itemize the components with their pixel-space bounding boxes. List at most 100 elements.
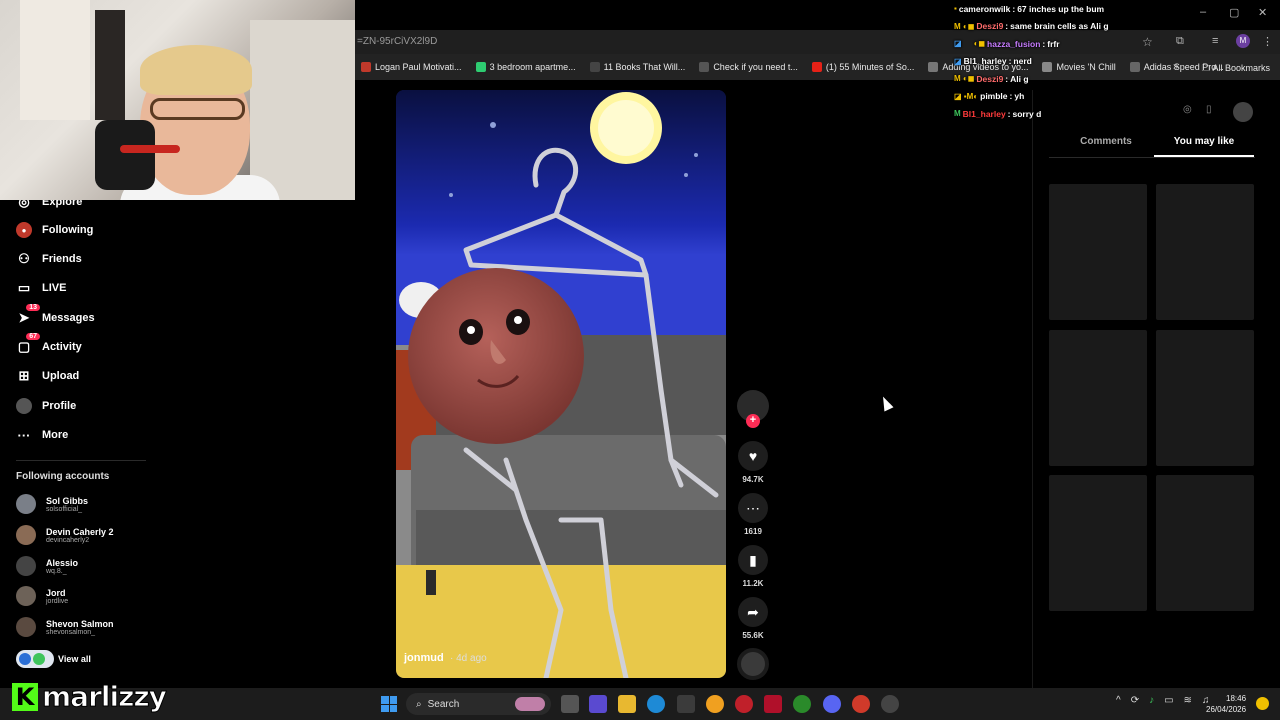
all-bookmarks[interactable]: 🗀 All Bookmarks [1201, 61, 1270, 77]
folder-icon: 🗀 [1201, 63, 1213, 73]
notification-icon[interactable] [1256, 697, 1269, 710]
activity-badge: 67 [26, 333, 40, 340]
discord-icon[interactable] [823, 695, 841, 713]
nav-messages[interactable]: ➤ 13 Messages [16, 304, 95, 326]
app-icon[interactable] [881, 695, 899, 713]
recommended-tile[interactable] [1049, 184, 1147, 320]
video-time: · 4d ago [450, 653, 487, 664]
app-icon [19, 653, 31, 665]
messages-icon: ➤ 13 [16, 304, 40, 326]
following-accounts-title: Following accounts [16, 471, 110, 482]
video-author[interactable]: jonmud [404, 652, 444, 664]
xbox-icon[interactable] [793, 695, 811, 713]
music-disc[interactable] [737, 648, 769, 680]
chevron-up-icon[interactable]: ^ [1116, 695, 1121, 706]
bookmark-item[interactable]: Logan Paul Motivati... [361, 62, 462, 72]
like-count: 94.7K [742, 475, 764, 484]
bookmarks-overflow[interactable]: » [1173, 61, 1179, 72]
chat-message: M Bl1_harley: sorry d [954, 108, 1042, 119]
following-account[interactable]: Devin Caherly 2 devincaherly2 [16, 525, 114, 545]
task-view-icon[interactable] [561, 695, 579, 713]
media-icon[interactable]: ≡ [1212, 35, 1218, 47]
close-icon[interactable]: ✕ [1258, 6, 1267, 19]
live-icon: ▭ [17, 280, 31, 295]
bookmark-icon [361, 62, 371, 72]
view-all-link[interactable]: View all [16, 650, 91, 668]
avatar [16, 525, 36, 545]
following-account[interactable]: Sol Gibbs solsofficial_ [16, 494, 88, 514]
webcam-overlay [0, 0, 355, 200]
nav-upload[interactable]: ⊞ Upload [16, 368, 80, 384]
tab-you-may-like[interactable]: You may like [1154, 136, 1254, 147]
video-player[interactable] [396, 90, 726, 678]
microphone-icon[interactable]: ♪ [1149, 695, 1154, 706]
nav-profile[interactable]: Profile [16, 398, 76, 414]
recommended-tile[interactable] [1156, 330, 1254, 466]
recommended-tile[interactable] [1156, 184, 1254, 320]
store-icon[interactable] [677, 695, 695, 713]
avatar [16, 617, 36, 637]
badge-icon: ▪ [954, 4, 957, 14]
following-account[interactable]: Jord jordlive [16, 586, 68, 606]
extensions-icon[interactable]: ⧉ [1176, 35, 1184, 48]
compass-icon[interactable]: ◎ [1183, 104, 1192, 115]
bookmark-icon: ▮ [738, 545, 768, 575]
nav-friends[interactable]: ⚇ Friends [16, 251, 82, 267]
nav-live[interactable]: ▭ LIVE [16, 280, 67, 296]
share-button[interactable]: ➦ 55.6K [737, 597, 769, 640]
messages-badge: 13 [26, 304, 40, 311]
nav-following[interactable]: ● Following [16, 222, 93, 238]
nav-activity[interactable]: ▢ 67 Activity [16, 333, 82, 355]
share-icon: ➦ [738, 597, 768, 627]
edge-icon[interactable] [647, 695, 665, 713]
profile-avatar[interactable]: M [1236, 34, 1250, 48]
taskbar-search[interactable]: ⌕ Search [406, 693, 551, 715]
following-account[interactable]: Shevon Salmon shevonsalmon_ [16, 617, 114, 637]
following-icon: ● [16, 222, 32, 238]
phone-icon[interactable]: ▯ [1206, 104, 1212, 115]
url-text[interactable]: =ZN-95rCiVX2l9D [357, 36, 437, 47]
teams-icon[interactable] [589, 695, 607, 713]
user-avatar[interactable] [1233, 102, 1253, 122]
adobe-icon[interactable] [764, 695, 782, 713]
comment-button[interactable]: ⋯ 1619 [737, 493, 769, 536]
nav-more[interactable]: ··· More [16, 427, 69, 443]
file-explorer-icon[interactable] [618, 695, 636, 713]
sync-icon[interactable]: ⟳ [1131, 695, 1139, 706]
following-account[interactable]: Alessio wq.8._ [16, 556, 78, 576]
stream-logo: K marlizzy [12, 680, 167, 714]
maximize-icon[interactable]: ▢ [1229, 6, 1239, 19]
more-icon: ··· [17, 427, 31, 443]
follow-plus-icon[interactable]: + [746, 414, 760, 428]
minimize-icon[interactable]: – [1200, 6, 1206, 18]
share-count: 55.6K [742, 631, 764, 640]
badge-icon: ◪ [954, 39, 962, 49]
bookmark-item[interactable]: 3 bedroom apartme... [475, 62, 576, 72]
display-icon[interactable]: ▭ [1164, 695, 1173, 706]
bookmark-item[interactable]: (1) 55 Minutes of So... [811, 62, 914, 72]
menu-icon[interactable]: ⋮ [1262, 35, 1273, 48]
tab-comments[interactable]: Comments [1049, 136, 1163, 147]
recommended-tile[interactable] [1049, 475, 1147, 611]
wifi-icon[interactable]: ≋ [1184, 695, 1192, 706]
app-icon[interactable] [706, 695, 724, 713]
nav-divider [16, 460, 146, 461]
windows-start-icon[interactable] [381, 696, 397, 712]
save-button[interactable]: ▮ 11.2K [737, 545, 769, 588]
tabs-divider [1049, 157, 1255, 158]
bookmark-item[interactable]: 11 Books That Will... [589, 62, 685, 72]
bookmark-icon [928, 62, 939, 72]
badge-icon: M [954, 109, 961, 119]
bookmark-icon [699, 62, 710, 72]
system-tray: ^ ⟳ ♪ ▭ ≋ ♫ [1116, 695, 1209, 706]
bookmark-item[interactable]: Check if you need t... [699, 62, 798, 72]
chrome-icon[interactable] [852, 695, 870, 713]
like-button[interactable]: ♥ 94.7K [737, 441, 769, 484]
comment-count: 1619 [744, 527, 762, 536]
opera-icon[interactable] [735, 695, 753, 713]
app-icon [33, 653, 45, 665]
taskbar-clock[interactable]: 18:46 26/04/2026 [1206, 693, 1246, 715]
recommended-tile[interactable] [1156, 475, 1254, 611]
recommended-tile[interactable] [1049, 330, 1147, 466]
bookmark-icon [475, 62, 486, 72]
